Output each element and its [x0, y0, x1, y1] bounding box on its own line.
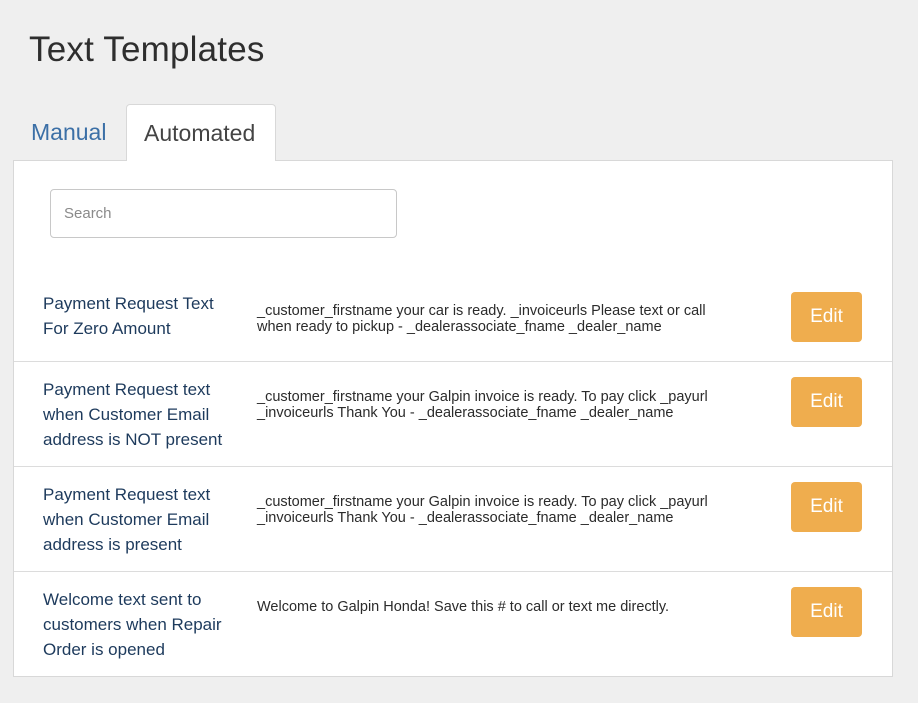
- edit-button[interactable]: Edit: [791, 482, 862, 532]
- edit-button[interactable]: Edit: [791, 292, 862, 342]
- template-title: Payment Request Text For Zero Amount: [43, 294, 214, 338]
- search-input[interactable]: [50, 189, 397, 238]
- template-title: Payment Request text when Customer Email…: [43, 380, 223, 449]
- template-title: Payment Request text when Customer Email…: [43, 485, 211, 554]
- page-title: Text Templates: [29, 30, 265, 69]
- tab-manual[interactable]: Manual: [31, 117, 106, 147]
- template-text: _customer_firstname your Galpin invoice …: [257, 389, 708, 421]
- template-title: Welcome text sent to customers when Repa…: [43, 590, 222, 659]
- template-row: Payment Request text when Customer Email…: [14, 466, 892, 572]
- templates-panel: Payment Request Text For Zero Amount _cu…: [13, 160, 893, 677]
- edit-button[interactable]: Edit: [791, 587, 862, 637]
- template-text: _customer_firstname your car is ready. _…: [257, 303, 706, 335]
- template-text: Welcome to Galpin Honda! Save this # to …: [257, 599, 670, 615]
- template-text: _customer_firstname your Galpin invoice …: [257, 494, 708, 526]
- template-row: Welcome text sent to customers when Repa…: [14, 571, 892, 676]
- template-row: Payment Request text when Customer Email…: [14, 361, 892, 466]
- tab-automated[interactable]: Automated: [126, 104, 276, 161]
- template-row: Payment Request Text For Zero Amount _cu…: [14, 261, 892, 361]
- edit-button[interactable]: Edit: [791, 377, 862, 427]
